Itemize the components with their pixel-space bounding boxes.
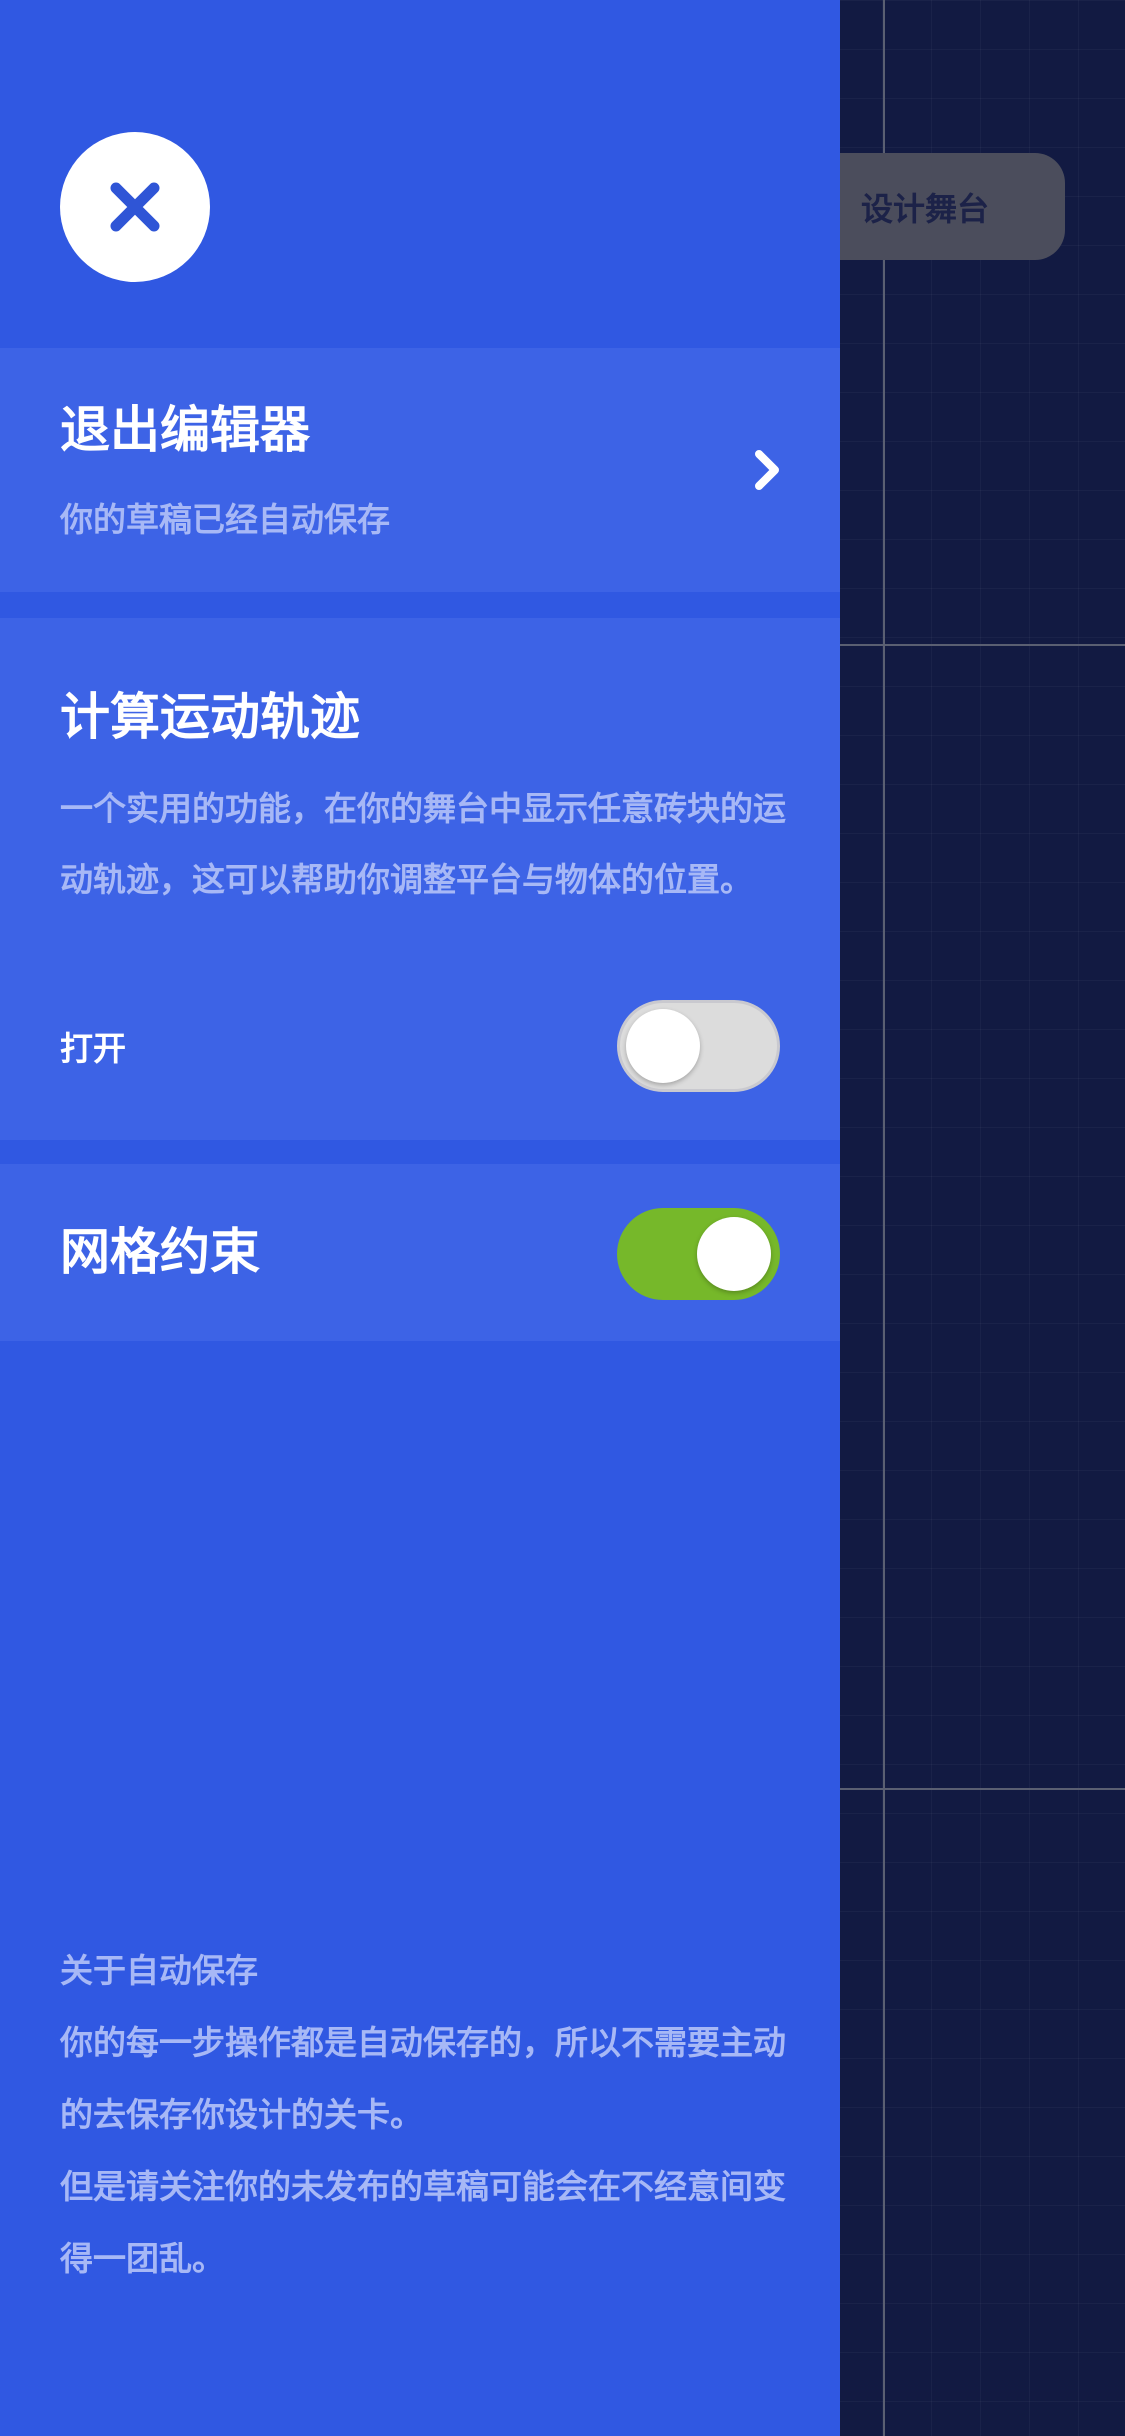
toggle-knob xyxy=(626,1009,700,1083)
close-icon xyxy=(110,182,160,232)
stage-grid-line xyxy=(840,644,1125,646)
stage-grid-line xyxy=(883,0,885,2436)
close-button[interactable] xyxy=(60,132,210,282)
trajectory-description: 一个实用的功能，在你的舞台中显示任意砖块的运动轨迹，这可以帮助你调整平台与物体的… xyxy=(60,789,786,899)
trajectory-title: 计算运动轨迹 xyxy=(60,688,360,746)
exit-editor-title: 退出编辑器 xyxy=(60,401,310,459)
autosave-note: 关于自动保存 你的每一步操作都是自动保存的，所以不需要主动的去保存你设计的关卡。… xyxy=(60,1935,790,2295)
autosave-heading: 关于自动保存 xyxy=(60,1951,258,1990)
trajectory-section: 计算运动轨迹 一个实用的功能，在你的舞台中显示任意砖块的运动轨迹，这可以帮助你调… xyxy=(0,618,840,1140)
trajectory-toggle-label: 打开 xyxy=(60,1029,126,1068)
autosave-paragraph: 但是请关注你的未发布的草稿可能会在不经意间变得一团乱。 xyxy=(60,2167,786,2278)
trajectory-toggle[interactable] xyxy=(617,1000,780,1092)
exit-editor-row[interactable]: 退出编辑器 你的草稿已经自动保存 xyxy=(0,348,840,592)
grid-constraint-section: 网格约束 xyxy=(0,1164,840,1341)
settings-drawer: 退出编辑器 你的草稿已经自动保存 计算运动轨迹 一个实用的功能，在你的舞台中显示… xyxy=(0,0,840,2436)
exit-editor-subtitle: 你的草稿已经自动保存 xyxy=(60,500,390,539)
chevron-right-icon xyxy=(755,450,779,490)
editor-screen: 设计舞台 退出编辑器 你的草稿已经自动保存 计算运动轨迹 一个实用的功能，在你的… xyxy=(0,0,1125,2436)
toggle-knob xyxy=(697,1217,771,1291)
grid-constraint-toggle[interactable] xyxy=(617,1208,780,1300)
autosave-paragraph: 你的每一步操作都是自动保存的，所以不需要主动的去保存你设计的关卡。 xyxy=(60,2023,786,2134)
grid-constraint-title: 网格约束 xyxy=(60,1223,260,1281)
stage-grid-line xyxy=(840,1788,1125,1790)
design-stage-label: 设计舞台 xyxy=(861,189,990,228)
